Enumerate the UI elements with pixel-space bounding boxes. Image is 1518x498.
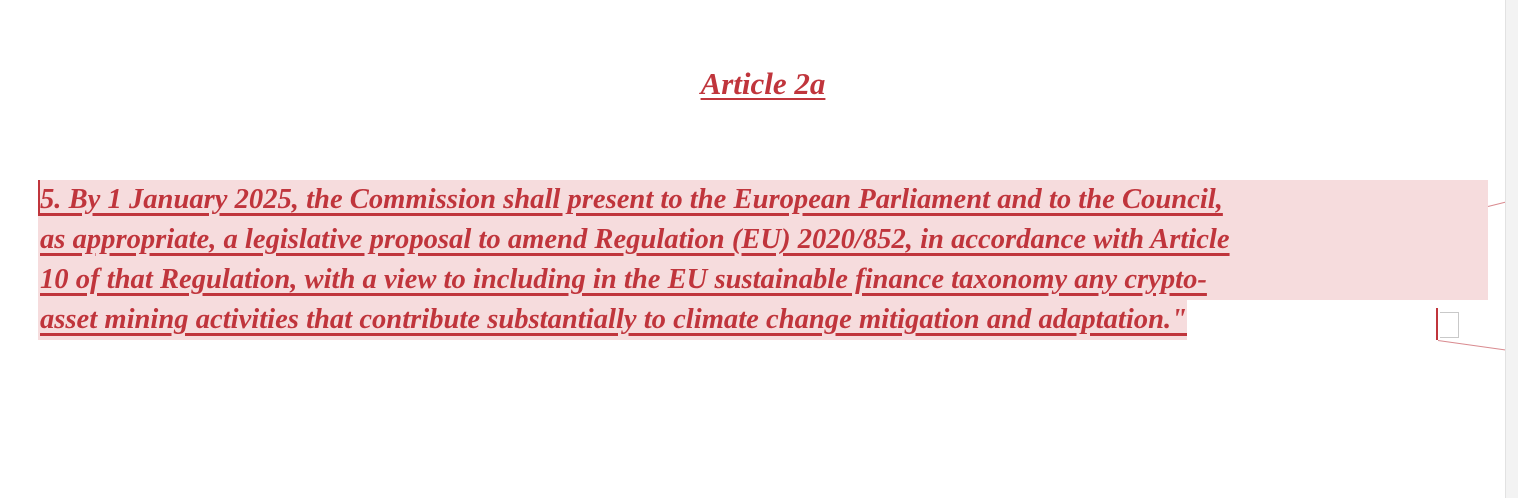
article-heading: Article 2a xyxy=(700,66,826,101)
inserted-paragraph[interactable]: 5. By 1 January 2025, the Commission sha… xyxy=(38,180,1488,345)
paragraph-line[interactable]: 10 of that Regulation, with a view to in… xyxy=(38,260,1488,300)
document-page: Article 2a 5. By 1 January 2025, the Com… xyxy=(0,0,1518,498)
paragraph-line[interactable]: as appropriate, a legislative proposal t… xyxy=(38,220,1488,260)
paragraph-line[interactable]: 5. By 1 January 2025, the Commission sha… xyxy=(38,180,1488,220)
paragraph-line[interactable]: asset mining activities that contribute … xyxy=(38,300,1188,340)
comment-margin xyxy=(1505,0,1518,498)
comment-anchor[interactable] xyxy=(1440,312,1459,338)
insertion-end-marker xyxy=(1436,308,1438,340)
insertion-start-marker xyxy=(38,180,40,216)
